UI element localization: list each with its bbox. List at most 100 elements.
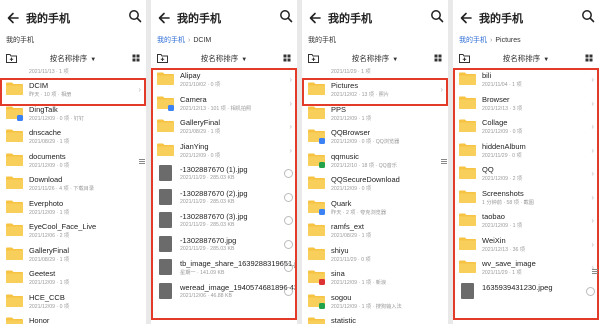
row-meta: 2021/12/09 · 1 项 · 新浪 xyxy=(331,280,387,286)
folder-row[interactable]: GalleryFinal 2021/08/29 · 1 项 xyxy=(0,243,146,267)
row-name: Everphoto xyxy=(29,198,64,208)
breadcrumb: 我的手机 xyxy=(302,34,448,48)
header: 我的手机 xyxy=(151,0,297,34)
back-arrow-icon[interactable] xyxy=(157,11,171,25)
grid-view-icon[interactable] xyxy=(585,54,593,62)
folder-icon xyxy=(6,223,23,236)
sort-label: 按名称排序 xyxy=(49,54,88,63)
folder-row[interactable]: ramfs_ext 2021/08/29 · 1 项 xyxy=(302,219,448,243)
page-title: 我的手机 xyxy=(26,13,70,25)
row-name: QQSecureDownload xyxy=(331,175,400,184)
row-meta: 2021/12/09 · 1 项 xyxy=(331,115,372,122)
sort-label: 按名称排序 xyxy=(351,54,390,63)
folder-row[interactable]: QQBrowser 2021/12/09 · 0 项 · QQ浏览器 xyxy=(302,125,448,149)
folder-icon xyxy=(6,153,23,166)
grid-view-icon[interactable] xyxy=(434,54,442,62)
search-icon[interactable] xyxy=(279,9,293,23)
folder-row[interactable]: dnscache 2021/08/29 · 1 项 xyxy=(0,125,146,149)
row-meta: 2021/12/09 · 0 项 · QQ浏览器 xyxy=(331,139,400,145)
folder-row[interactable]: QQSecureDownload 2021/12/09 · 0 项 xyxy=(302,172,448,196)
caret-down-icon: ▼ xyxy=(241,57,248,63)
scroll-handle[interactable] xyxy=(139,158,145,166)
breadcrumb-item: Pictures xyxy=(495,37,521,44)
grid-view-icon[interactable] xyxy=(132,54,140,62)
scroll-handle[interactable] xyxy=(441,158,447,166)
toolbar: 按名称排序 ▼ xyxy=(151,48,297,68)
folder-row[interactable]: 2021/11/29 · 1 项 xyxy=(302,68,448,78)
breadcrumb-item: 我的手机 xyxy=(308,37,336,44)
grid-view-icon[interactable] xyxy=(283,54,291,62)
folder-row[interactable]: EyeCool_Face_Live 2021/12/06 · 2 项 xyxy=(0,219,146,243)
search-icon[interactable] xyxy=(128,9,142,23)
folder-row[interactable]: sogou 2021/12/09 · 1 项 · 搜狗输入法 xyxy=(302,290,448,314)
page-title: 我的手机 xyxy=(177,13,221,25)
folder-row[interactable]: qqmusic 2021/12/10 · 18 项 · QQ音乐 xyxy=(302,149,448,173)
folder-row[interactable]: Geetest 2021/12/09 · 1 项 xyxy=(0,266,146,290)
folder-row[interactable]: Quark 昨天 · 2 项 · 夸克浏览器 xyxy=(302,196,448,220)
folder-row[interactable]: Honor xyxy=(0,313,146,324)
search-icon[interactable] xyxy=(581,9,595,23)
folder-icon xyxy=(308,317,325,324)
row-name: dnscache xyxy=(29,128,62,137)
header: 我的手机 xyxy=(453,0,599,34)
breadcrumb: 我的手机 › DCIM xyxy=(151,34,297,48)
sort-dropdown[interactable]: 按名称排序 ▼ xyxy=(151,53,297,64)
row-meta: 2021/12/09 · 1 项 xyxy=(29,209,70,216)
row-meta: 2021/11/26 · 4 项 · 下载目录 xyxy=(29,186,95,192)
row-meta: 昨天 · 2 项 · 夸克浏览器 xyxy=(331,209,387,216)
folder-icon xyxy=(6,129,23,142)
folder-icon xyxy=(6,247,23,260)
row-name: statistic xyxy=(331,316,357,324)
scroll-handle[interactable] xyxy=(592,268,598,276)
screen-dcim: 我的手机 我的手机 › DCIM 按名称排序 ▼ Alipay 2021/10/02 · 0 … xyxy=(151,0,297,324)
folder-row[interactable]: Everphoto 2021/12/09 · 1 项 xyxy=(0,196,146,220)
breadcrumb-item[interactable]: 我的手机 xyxy=(157,37,185,44)
folder-icon xyxy=(6,200,23,213)
selection-highlight xyxy=(151,68,297,320)
app-badge-icon xyxy=(319,208,325,215)
row-name: qqmusic xyxy=(331,151,359,161)
row-name: QQBrowser xyxy=(331,128,371,137)
row-meta: 2021/12/09 · 0 项 xyxy=(331,186,372,192)
row-meta: 2021/11/29 · 1 项 xyxy=(331,69,371,75)
screen-my-phone-scrolled: 我的手机 我的手机 按名称排序 ▼ 2021/11/29 · 1 项 Pictures 20… xyxy=(302,0,448,324)
row-name: sogou xyxy=(331,292,352,302)
sort-dropdown[interactable]: 按名称排序 ▼ xyxy=(0,53,146,64)
row-meta: 2021/08/29 · 1 项 xyxy=(29,256,70,263)
header: 我的手机 xyxy=(302,0,448,34)
folder-row[interactable]: documents 2021/12/09 · 0 项 xyxy=(0,149,146,173)
selection-highlight xyxy=(302,78,448,106)
folder-icon xyxy=(6,294,23,307)
breadcrumb-separator: › xyxy=(490,37,493,44)
folder-row[interactable]: statistic xyxy=(302,313,448,324)
row-name: ramfs_ext xyxy=(331,222,364,231)
app-badge-icon xyxy=(17,114,23,121)
page-title: 我的手机 xyxy=(479,13,523,25)
folder-row[interactable]: 2021/11/13 · 1 项 xyxy=(0,68,146,78)
row-name: EyeCool_Face_Live xyxy=(29,222,97,231)
row-meta: 2021/12/09 · 0 项 · 钉钉 xyxy=(29,115,85,122)
sort-dropdown[interactable]: 按名称排序 ▼ xyxy=(302,53,448,64)
folder-icon xyxy=(308,247,325,260)
search-icon[interactable] xyxy=(430,9,444,23)
toolbar: 按名称排序 ▼ xyxy=(0,48,146,68)
breadcrumb-item[interactable]: 我的手机 xyxy=(459,37,487,44)
back-arrow-icon[interactable] xyxy=(459,11,473,25)
selection-highlight xyxy=(453,68,599,320)
row-meta: 2021/12/09 · 1 项 · 搜狗输入法 xyxy=(331,303,402,310)
row-meta: 2021/12/09 · 0 项 xyxy=(29,303,70,310)
folder-row[interactable]: shiyu 2021/11/29 · 0 项 xyxy=(302,243,448,267)
back-arrow-icon[interactable] xyxy=(6,11,20,25)
row-name: shiyu xyxy=(331,245,349,255)
breadcrumb-separator: › xyxy=(188,37,191,44)
row-name: Geetest xyxy=(29,269,56,278)
screen-pictures: 我的手机 我的手机 › Pictures 按名称排序 ▼ bili 2021/11/04 · … xyxy=(453,0,599,324)
back-arrow-icon[interactable] xyxy=(308,11,322,25)
folder-icon xyxy=(308,223,325,236)
folder-row[interactable]: Download 2021/11/26 · 4 项 · 下载目录 xyxy=(0,172,146,196)
sort-dropdown[interactable]: 按名称排序 ▼ xyxy=(453,53,599,64)
folder-icon xyxy=(6,317,23,324)
folder-row[interactable]: HCE_CCB 2021/12/09 · 0 项 xyxy=(0,290,146,314)
folder-icon xyxy=(6,176,23,189)
folder-row[interactable]: sina 2021/12/09 · 1 项 · 新浪 xyxy=(302,266,448,290)
